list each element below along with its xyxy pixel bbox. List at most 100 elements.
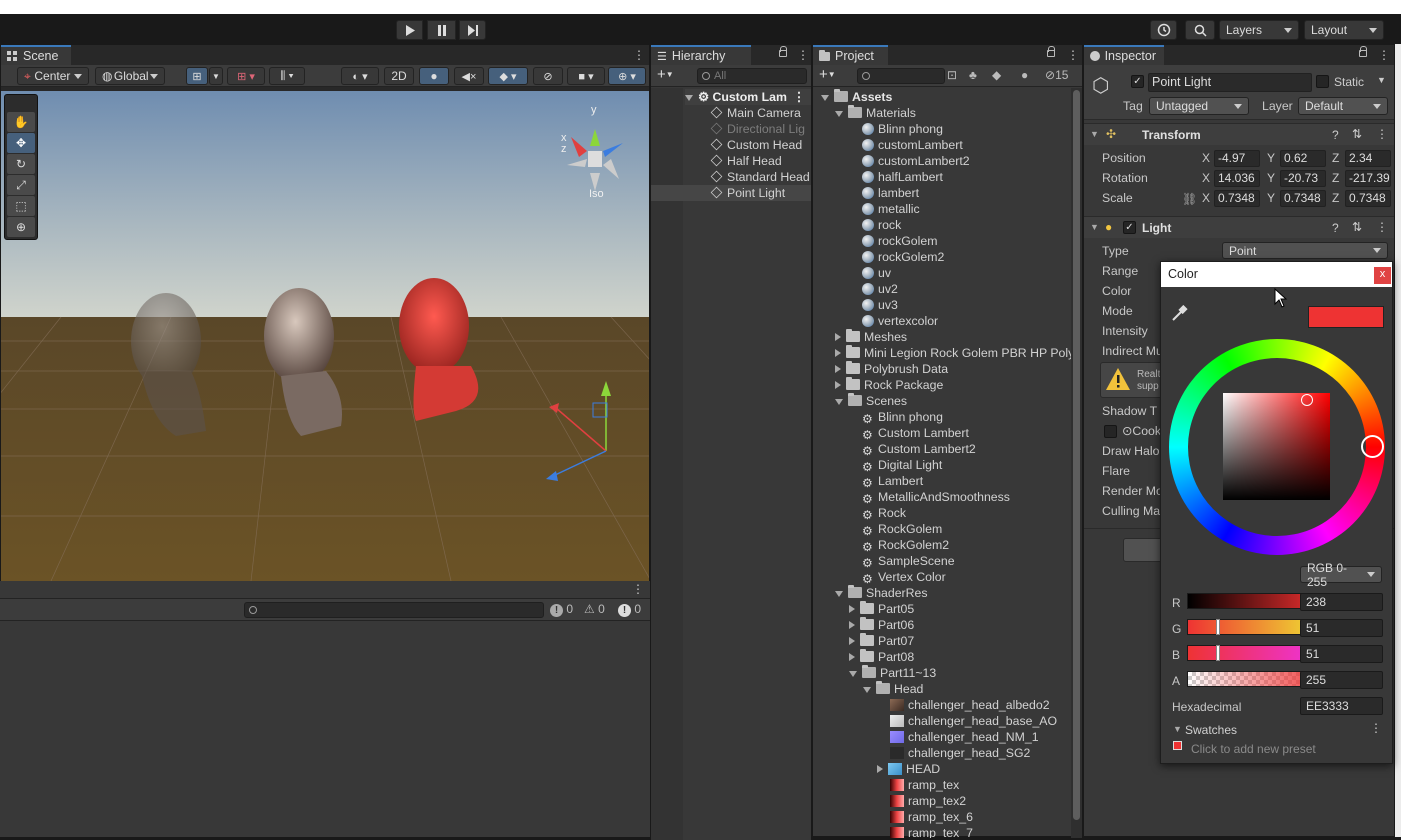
object-name-field[interactable]: Point Light xyxy=(1148,73,1312,92)
scale-tool-button[interactable]: ⤢ xyxy=(7,175,35,195)
move-tool-button[interactable]: ✥ xyxy=(7,133,35,153)
green-input[interactable]: 51 xyxy=(1300,619,1383,637)
project-item[interactable]: rock xyxy=(849,217,901,233)
project-item[interactable]: Rock Package xyxy=(835,377,943,393)
project-item[interactable]: ⚙ Custom Lambert2 xyxy=(849,441,976,457)
transform-header[interactable]: ▼ ✣ Transform ? ⇅ ⋮ xyxy=(1084,123,1394,145)
hierarchy-scene-root[interactable]: ⚙ Custom Lam ⋮ xyxy=(685,89,811,105)
chevron-right-icon[interactable] xyxy=(849,605,855,613)
hierarchy-item[interactable]: Custom Head xyxy=(710,137,802,153)
chevron-right-icon[interactable] xyxy=(849,653,855,661)
scale-y-field[interactable]: 0.7348 xyxy=(1280,190,1326,207)
hex-input[interactable]: EE3333 xyxy=(1300,697,1383,715)
grid-snap-menu[interactable]: ▼ xyxy=(209,67,223,85)
blue-slider-thumb[interactable] xyxy=(1216,645,1220,661)
position-x-field[interactable]: -4.97 xyxy=(1214,150,1260,167)
project-item[interactable]: customLambert xyxy=(849,137,963,153)
swatches-hint[interactable]: Click to add new preset xyxy=(1191,742,1316,756)
hierarchy-item[interactable]: Standard Head xyxy=(710,169,810,185)
project-item[interactable]: ⚙ Digital Light xyxy=(849,457,942,473)
project-item[interactable]: lambert xyxy=(849,185,919,201)
project-item[interactable]: ⚙ SampleScene xyxy=(849,553,955,569)
hierarchy-item[interactable]: Main Camera xyxy=(710,105,801,121)
console-error-counter[interactable]: ! 0 xyxy=(618,602,641,617)
component-menu-icon[interactable]: ⋮ xyxy=(1376,127,1388,141)
project-item[interactable]: Materials xyxy=(835,105,916,121)
hand-tool-button[interactable]: ✋ xyxy=(7,112,35,132)
hierarchy-item-selected[interactable]: Point Light xyxy=(651,185,811,201)
lighting-toggle[interactable]: ● xyxy=(419,67,449,85)
project-item[interactable]: Part08 xyxy=(849,649,914,665)
project-item[interactable]: Scenes xyxy=(835,393,907,409)
draw-mode-button[interactable]: ◐ ▾ xyxy=(341,67,379,85)
lock-icon[interactable] xyxy=(779,46,787,57)
chevron-down-icon[interactable] xyxy=(849,671,857,677)
align-button[interactable]: ⫼ ▾ xyxy=(269,67,305,85)
rect-tool-button[interactable]: ⬚ xyxy=(7,196,35,216)
search-by-type-icon[interactable]: ⊡ xyxy=(947,68,957,82)
project-item[interactable]: Part11~13 xyxy=(849,665,936,681)
project-item[interactable]: uv2 xyxy=(849,281,898,297)
project-item[interactable]: rockGolem2 xyxy=(849,249,944,265)
tab-scene[interactable]: Scene xyxy=(1,45,71,65)
lock-icon[interactable] xyxy=(1359,46,1367,57)
saturation-value-square[interactable] xyxy=(1223,393,1330,500)
console-warning-counter[interactable]: ⚠ 0 xyxy=(584,602,605,616)
project-item[interactable]: ⚙ Blinn phong xyxy=(849,409,943,425)
layout-dropdown[interactable]: Layout xyxy=(1304,20,1384,40)
project-item[interactable]: Head xyxy=(863,681,923,697)
red-input[interactable]: 238 xyxy=(1300,593,1383,611)
project-item[interactable]: Mini Legion Rock Golem PBR HP Poly xyxy=(835,345,1071,361)
chevron-down-icon[interactable] xyxy=(835,399,843,405)
active-checkbox[interactable]: ✓ xyxy=(1131,75,1144,88)
cookie-field[interactable]: ⊙Cook xyxy=(1122,424,1161,438)
project-item[interactable]: ⚙ Custom Lambert xyxy=(849,425,969,441)
preset-swatch[interactable] xyxy=(1173,741,1182,750)
cookie-checkbox[interactable] xyxy=(1104,425,1117,438)
project-item[interactable]: ramp_tex_7 xyxy=(877,825,973,838)
eyedropper-icon[interactable] xyxy=(1170,305,1188,323)
hidden-toggle[interactable]: ⊘ xyxy=(533,67,563,85)
project-item[interactable]: challenger_head_NM_1 xyxy=(877,729,1039,745)
help-icon[interactable]: ? xyxy=(1332,221,1339,235)
project-scrollbar[interactable] xyxy=(1071,88,1082,838)
chevron-right-icon[interactable] xyxy=(849,621,855,629)
light-enabled-checkbox[interactable]: ✓ xyxy=(1123,221,1136,234)
project-item[interactable]: Part07 xyxy=(849,633,914,649)
add-object-button[interactable]: +▼ xyxy=(657,66,674,83)
project-item[interactable]: ⚙ Rock xyxy=(849,505,906,521)
space-dropdown[interactable]: ◍ Global xyxy=(95,67,165,85)
project-item[interactable]: HEAD xyxy=(877,761,940,777)
create-asset-button[interactable]: +▼ xyxy=(819,66,836,83)
project-item[interactable]: ShaderRes xyxy=(835,585,928,601)
project-item[interactable]: ramp_tex_6 xyxy=(877,809,973,825)
chevron-right-icon[interactable] xyxy=(877,765,883,773)
hue-handle[interactable] xyxy=(1361,435,1384,458)
scene-menu-icon[interactable]: ⋮ xyxy=(633,48,645,62)
help-icon[interactable]: ? xyxy=(1332,128,1339,142)
project-menu-icon[interactable]: ⋮ xyxy=(1067,48,1079,62)
audio-toggle[interactable]: ◀× xyxy=(454,67,484,85)
scene-menu-icon[interactable]: ⋮ xyxy=(793,89,805,105)
project-item[interactable]: Blinn phong xyxy=(849,121,943,137)
position-y-field[interactable]: 0.62 xyxy=(1280,150,1326,167)
project-item[interactable]: customLambert2 xyxy=(849,153,970,169)
close-button[interactable]: x xyxy=(1374,267,1391,284)
project-item[interactable]: Part06 xyxy=(849,617,914,633)
light-header[interactable]: ▼ ● ✓ Light ? ⇅ ⋮ xyxy=(1084,216,1394,238)
tab-project[interactable]: Project xyxy=(813,45,888,65)
component-menu-icon[interactable]: ⋮ xyxy=(1376,220,1388,234)
light-type-dropdown[interactable]: Point xyxy=(1222,242,1388,259)
chevron-right-icon[interactable] xyxy=(835,381,841,389)
project-item[interactable]: uv3 xyxy=(849,297,898,313)
project-item[interactable]: ramp_tex xyxy=(877,777,959,793)
inspector-menu-icon[interactable]: ⋮ xyxy=(1378,48,1390,62)
project-item[interactable]: ⚙ Vertex Color xyxy=(849,569,946,585)
project-item[interactable]: Polybrush Data xyxy=(835,361,948,377)
scale-z-field[interactable]: 0.7348 xyxy=(1345,190,1391,207)
sv-handle[interactable] xyxy=(1301,394,1313,406)
console-menu-icon[interactable]: ⋮ xyxy=(632,582,644,596)
project-item[interactable]: halfLambert xyxy=(849,169,943,185)
project-item[interactable]: challenger_head_base_AO xyxy=(877,713,1057,729)
project-item[interactable]: metallic xyxy=(849,201,920,217)
